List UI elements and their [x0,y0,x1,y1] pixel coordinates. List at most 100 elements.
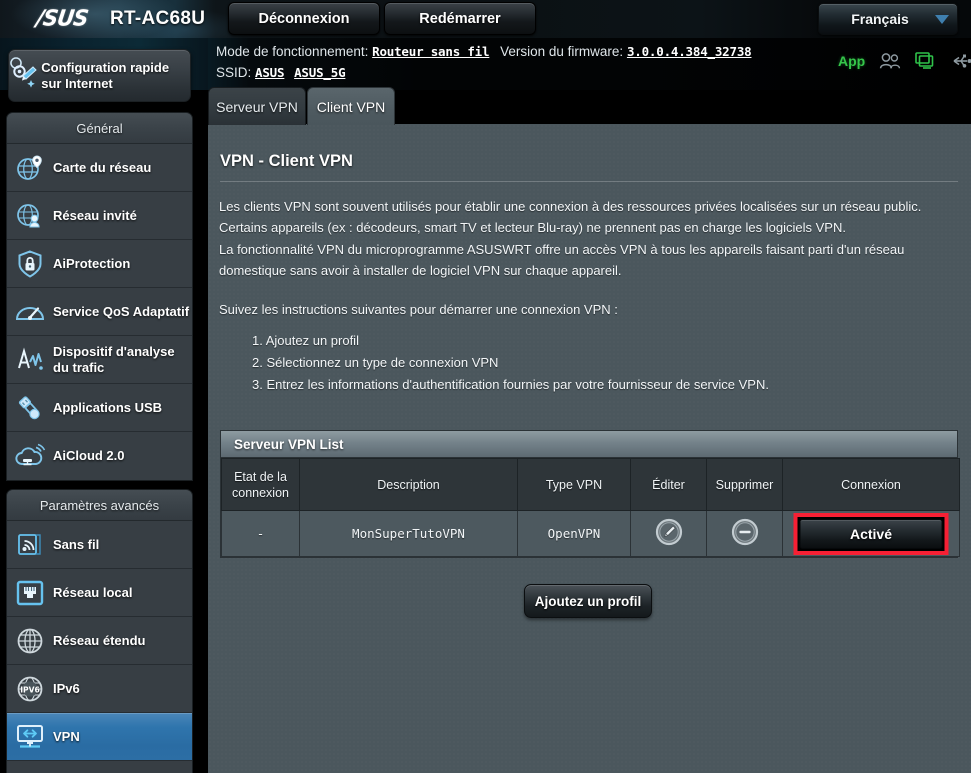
cell-description: MonSuperTutoVPN [299,510,518,557]
steps-list: 1. Ajoutez un profil 2. Sélectionnez un … [252,330,769,396]
sidebar-item-label: Dispositif d'analyse du trafic [53,344,175,375]
sidebar-item-service-qos[interactable]: Service QoS Adaptatif [7,288,192,336]
activate-connection-button[interactable]: Activé [799,518,943,549]
sidebar-item-label: Applications USB [53,399,163,415]
shield-lock-icon [7,249,53,278]
traffic-analyzer-icon [7,346,53,374]
steps-lead-text: Suivez les instructions suivantes pour d… [219,302,618,317]
logout-button[interactable]: Déconnexion [228,2,380,35]
usb-icon [7,394,53,422]
asus-logo: /SUS [34,5,90,31]
vpn-server-list-table: Serveur VPN List Etat de la connexion De… [220,430,960,558]
router-admin-page: /SUS RT-AC68U Déconnexion Redémarrer Fra… [0,0,971,773]
usb-device-monitor-icon[interactable] [915,52,937,70]
tab-serveur-vpn[interactable]: Serveur VPN [208,87,306,125]
lan-port-icon [7,580,53,606]
quick-internet-setup-button[interactable]: Configuration rapide sur Internet [8,49,191,102]
vpn-tabstrip: Serveur VPN Client VPN [208,87,971,125]
sidebar-item-reseau-local[interactable]: Réseau local [7,569,192,617]
operation-mode-value[interactable]: Routeur sans fil [372,44,489,59]
clients-icon[interactable] [879,52,901,70]
sidebar-group-advanced: Paramètres avancés Sans fil Réseau local… [6,489,193,773]
sidebar-item-reseau-invite[interactable]: Réseau invité [7,192,192,240]
sidebar-item-label: Sans fil [53,536,100,552]
sidebar-item-label: Réseau local [53,584,133,600]
step-item-1: 1. Ajoutez un profil [252,333,359,348]
table-header-row: Etat de la connexion Description Type VP… [221,458,960,511]
sidebar-group-general: Général Carte du réseau Réseau invité Ai… [6,112,193,481]
intro-line-1: Les clients VPN sont souvent utilisés po… [219,199,922,214]
sidebar-item-partial-next[interactable] [7,761,192,773]
page-title: VPN - Client VPN [220,152,353,170]
sidebar-item-label: Carte du réseau [53,159,152,175]
sidebar-item-label: IPv6 [53,680,80,696]
col-header-connection-state: Etat de la connexion [221,458,300,511]
sidebar-item-dispositif-analyse-trafic[interactable]: Dispositif d'analyse du trafic [7,336,192,384]
cell-edit [630,510,707,557]
ssid-line: SSID: ASUS ASUS_5G [216,65,346,80]
cell-delete [706,510,783,557]
cell-vpn-type: OpenVPN [517,510,631,557]
sidebar-item-aicloud[interactable]: AiCloud 2.0 [7,432,192,480]
sidebar-item-vpn[interactable]: VPN [7,713,192,761]
ssid-value-24[interactable]: ASUS [255,65,285,80]
tab-client-vpn[interactable]: Client VPN [307,87,395,125]
sidebar-item-label: Réseau étendu [53,632,146,648]
table-row: - MonSuperTutoVPN OpenVPN Activé [221,510,960,557]
operation-mode-line: Mode de fonctionnement: Routeur sans fil… [216,44,752,59]
svg-text:IPV6: IPV6 [20,685,40,694]
intro-line-2: Certains appareils (ex : décodeurs, smar… [219,220,846,236]
quick-setup-icon [9,56,41,90]
intro-line-3: La fonctionnalité VPN du microprogramme … [219,241,905,257]
chevron-down-icon [927,14,957,25]
col-header-vpn-type: Type VPN [517,458,631,511]
intro-line-4: domestique sans avoir à installer de log… [219,262,622,278]
connection-highlight-box: Activé [793,512,949,555]
top-banner: /SUS RT-AC68U Déconnexion Redémarrer Fra… [0,0,971,38]
vpn-icon [7,724,53,750]
app-link[interactable]: App [838,53,865,69]
sidebar-group-general-title: Général [7,113,192,144]
main-content-panel: VPN - Client VPN Les clients VPN sont so… [208,124,971,773]
sidebar: Configuration rapide sur Internet Généra… [0,38,208,773]
sidebar-item-aiprotection[interactable]: AiProtection [7,240,192,288]
cell-connection: Activé [782,510,960,557]
sidebar-item-label: Réseau invité [53,207,137,223]
gauge-icon [7,300,53,324]
step-item-3: 3. Entrez les informations d'authentific… [252,377,769,392]
language-select[interactable]: Français [818,3,958,35]
sidebar-item-applications-usb[interactable]: Applications USB [7,384,192,432]
minus-circle-icon[interactable] [731,518,759,546]
sidebar-group-advanced-title: Paramètres avancés [7,490,192,521]
sidebar-item-label: Service QoS Adaptatif [53,303,190,319]
col-header-description: Description [299,458,518,511]
table-caption: Serveur VPN List [221,431,957,458]
usb-icon[interactable] [951,53,971,69]
sidebar-item-sans-fil[interactable]: Sans fil [7,521,192,569]
ssid-value-5g[interactable]: ASUS_5G [294,65,345,80]
firmware-value[interactable]: 3.0.0.4.384_32738 [627,44,752,59]
guest-network-icon [7,202,53,230]
sidebar-item-label: AiProtection [53,255,131,271]
sidebar-item-label: VPN [53,728,80,744]
sidebar-item-label: AiCloud 2.0 [53,448,125,464]
globe-icon [7,627,53,655]
col-header-edit: Éditer [630,458,707,511]
sidebar-item-ipv6[interactable]: IPV6 IPv6 [7,665,192,713]
quick-setup-label: Configuration rapide sur Internet [41,60,170,91]
operation-mode-label: Mode de fonctionnement: [216,44,369,59]
quick-icon-bar: App [838,52,971,70]
reboot-button[interactable]: Redémarrer [384,2,536,35]
language-select-value: Français [851,11,909,27]
col-header-delete: Supprimer [706,458,783,511]
add-profile-button[interactable]: Ajoutez un profil [524,584,652,618]
ipv6-icon: IPV6 [7,675,53,703]
wifi-icon [7,531,53,559]
sidebar-item-reseau-etendu[interactable]: Réseau étendu [7,617,192,665]
ssid-label: SSID: [216,65,252,80]
router-model-name: RT-AC68U [110,8,206,29]
pencil-circle-icon[interactable] [655,518,683,546]
network-map-icon [7,154,53,182]
title-divider [220,181,958,182]
sidebar-item-carte-du-reseau[interactable]: Carte du réseau [7,144,192,192]
